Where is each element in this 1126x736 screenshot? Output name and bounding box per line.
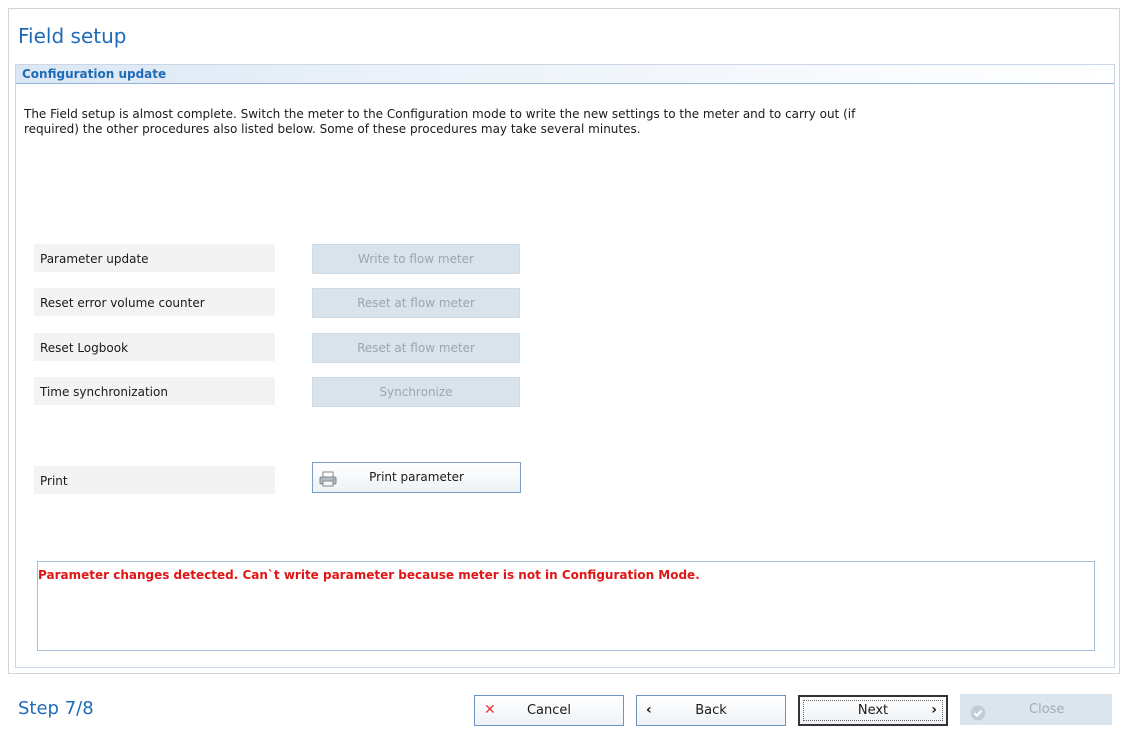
- section-header: Configuration update: [16, 65, 1114, 84]
- intro-line-2: required) the other procedures also list…: [24, 122, 641, 136]
- write-to-flow-meter-button[interactable]: Write to flow meter: [312, 244, 520, 274]
- reset-error-volume-counter-button[interactable]: Reset at flow meter: [312, 288, 520, 318]
- parameter-update-label: Parameter update: [34, 244, 275, 272]
- back-label: Back: [695, 703, 727, 718]
- printer-icon: [319, 469, 337, 498]
- reset-logbook-button[interactable]: Reset at flow meter: [312, 333, 520, 363]
- chevron-right-icon: ›: [931, 702, 937, 718]
- error-message: Parameter changes detected. Can`t write …: [38, 568, 700, 582]
- cancel-x-icon: ✕: [484, 702, 496, 718]
- section-title: Configuration update: [22, 67, 167, 81]
- reset-logbook-label: Reset Logbook: [34, 333, 275, 361]
- message-box: Parameter changes detected. Can`t write …: [37, 561, 1095, 651]
- time-synchronization-label: Time synchronization: [34, 377, 275, 405]
- intro-line-1: The Field setup is almost complete. Swit…: [24, 107, 856, 121]
- reset-error-volume-counter-label: Reset error volume counter: [34, 288, 275, 316]
- print-parameter-label: Print parameter: [369, 470, 464, 484]
- next-button[interactable]: Next ›: [798, 695, 948, 726]
- check-circle-icon: [970, 702, 986, 733]
- synchronize-button[interactable]: Synchronize: [312, 377, 520, 407]
- print-label: Print: [34, 466, 275, 494]
- cancel-button[interactable]: ✕ Cancel: [474, 695, 624, 726]
- step-indicator: Step 7/8: [18, 698, 94, 719]
- cancel-label: Cancel: [526, 703, 572, 718]
- print-parameter-button[interactable]: Print parameter: [312, 462, 521, 493]
- close-label: Close: [1029, 702, 1065, 717]
- back-button[interactable]: ‹ Back: [636, 695, 786, 726]
- intro-text: The Field setup is almost complete. Swit…: [24, 107, 954, 137]
- focus-ring: [803, 700, 943, 721]
- chevron-left-icon: ‹: [646, 702, 652, 718]
- page-title: Field setup: [18, 24, 127, 48]
- close-button[interactable]: Close: [960, 694, 1112, 725]
